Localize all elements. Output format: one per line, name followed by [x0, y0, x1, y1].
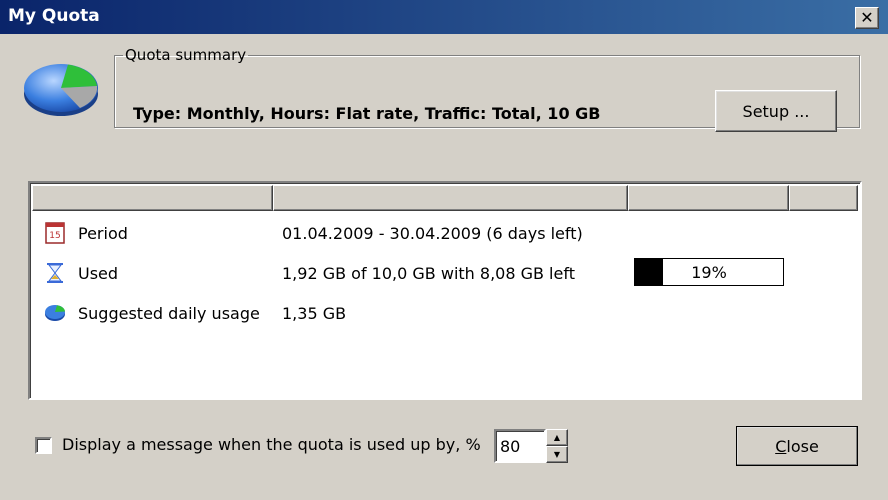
row-label: Period: [78, 223, 128, 243]
row-value: 01.04.2009 - 30.04.2009 (6 days left): [282, 224, 583, 243]
quota-summary-legend: Quota summary: [125, 46, 247, 64]
calendar-icon: 15: [44, 222, 66, 244]
arrow-down-icon: ▼: [553, 450, 561, 459]
svg-text:15: 15: [49, 231, 60, 241]
column-header-name[interactable]: [32, 185, 273, 211]
row-value: 1,35 GB: [282, 304, 347, 323]
arrow-up-icon: ▲: [553, 433, 561, 442]
quota-usage-progress-bar: 19%: [634, 258, 784, 286]
close-label-rest: lose: [786, 436, 819, 456]
quota-summary-group: Quota summary Type: Monthly, Hours: Flat…: [114, 46, 860, 132]
hourglass-icon: [44, 262, 66, 284]
spin-down-button[interactable]: ▼: [546, 446, 568, 463]
spin-up-button[interactable]: ▲: [546, 429, 568, 446]
setup-button[interactable]: Setup ...: [715, 90, 837, 132]
row-value: 1,92 GB of 10,0 GB with 8,08 GB left: [282, 264, 575, 283]
list-header: [32, 185, 858, 211]
row-label: Suggested daily usage: [78, 303, 260, 323]
column-header-value[interactable]: [273, 185, 628, 211]
close-icon: ✕: [860, 8, 874, 27]
quota-percent-input[interactable]: [494, 429, 546, 463]
quota-summary-text: Type: Monthly, Hours: Flat rate, Traffic…: [133, 104, 601, 123]
quota-list-view[interactable]: 15 Period 01.04.2009 - 30.04.2009 (6 day…: [28, 181, 862, 400]
list-item[interactable]: 15 Period: [44, 220, 128, 246]
row-label: Used: [78, 263, 119, 283]
title-bar: My Quota ✕: [0, 0, 888, 34]
progress-label: 19%: [691, 262, 727, 282]
window-close-button[interactable]: ✕: [855, 7, 879, 29]
quota-pie-icon: [24, 64, 98, 116]
list-item[interactable]: Used: [44, 260, 118, 286]
list-item[interactable]: Suggested daily usage: [44, 300, 260, 326]
quota-message-checkbox-label[interactable]: Display a message when the quota is used…: [62, 435, 481, 454]
window-title: My Quota: [8, 6, 100, 26]
column-header-progress[interactable]: [628, 185, 789, 211]
close-accelerator: C: [775, 436, 787, 456]
column-header-extra[interactable]: [789, 185, 858, 211]
pie-chart-icon: [44, 302, 66, 324]
close-button[interactable]: Close: [736, 426, 858, 466]
quota-message-checkbox[interactable]: [35, 437, 52, 454]
